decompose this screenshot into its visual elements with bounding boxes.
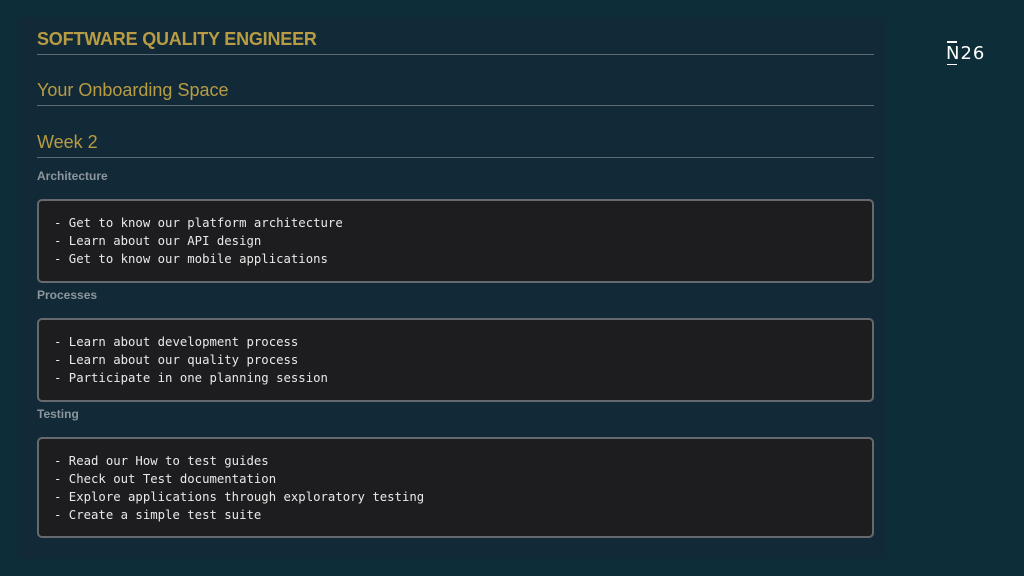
code-line: - Learn about our API design	[54, 234, 262, 248]
logo-overline	[947, 41, 957, 43]
code-line: - Participate in one planning session	[54, 371, 328, 385]
code-block-testing: - Read our How to test guides - Check ou…	[37, 437, 874, 538]
page-subtitle: Your Onboarding Space	[37, 80, 874, 106]
code-line: - Explore applications through explorato…	[54, 490, 425, 504]
code-block-processes: - Learn about development process - Lear…	[37, 318, 874, 402]
code-line: - Check out Test documentation	[54, 472, 277, 486]
n26-logo: N26	[946, 41, 986, 65]
code-line: - Get to know our platform architecture	[54, 216, 343, 230]
section-heading-processes: Processes	[37, 288, 98, 302]
week-heading: Week 2	[37, 132, 874, 158]
section-heading-architecture: Architecture	[37, 169, 108, 183]
onboarding-panel: SOFTWARE QUALITY ENGINEER Your Onboardin…	[17, 17, 885, 559]
logo-underline	[947, 63, 957, 65]
logo-text: N26	[946, 43, 986, 64]
page-title: SOFTWARE QUALITY ENGINEER	[37, 29, 874, 55]
code-line: - Learn about development process	[54, 335, 299, 349]
section-heading-testing: Testing	[37, 407, 79, 421]
code-line: - Read our How to test guides	[54, 454, 269, 468]
code-line: - Get to know our mobile applications	[54, 252, 328, 266]
code-block-architecture: - Get to know our platform architecture …	[37, 199, 874, 283]
code-line: - Learn about our quality process	[54, 353, 299, 367]
code-line: - Create a simple test suite	[54, 508, 262, 522]
